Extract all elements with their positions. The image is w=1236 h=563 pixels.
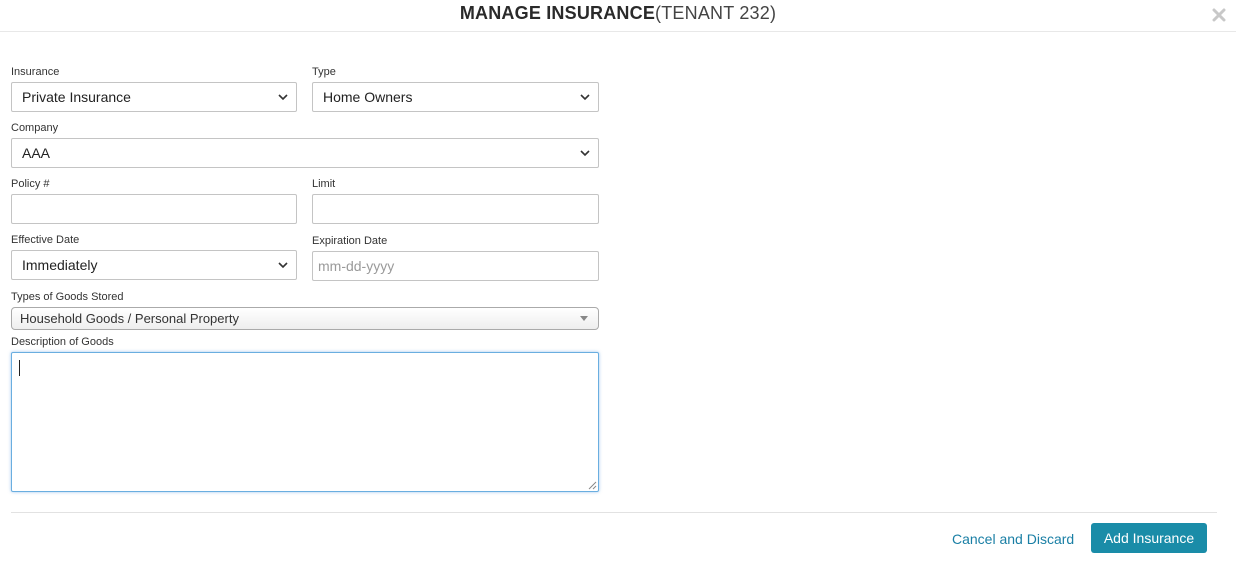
modal-title-main: MANAGE INSURANCE: [459, 3, 656, 23]
type-select-value: Home Owners: [323, 89, 413, 105]
limit-input[interactable]: [312, 194, 599, 224]
insurance-select[interactable]: Private Insurance: [11, 82, 297, 112]
insurance-label: Insurance: [11, 66, 60, 78]
modal-title: MANAGE INSURANCE(TENANT 232): [0, 2, 1236, 24]
limit-label: Limit: [312, 178, 336, 190]
footer-divider: [11, 512, 1217, 513]
chevron-down-icon: [580, 150, 590, 157]
chevron-down-icon: [278, 94, 288, 101]
company-select[interactable]: AAA: [11, 138, 599, 168]
chevron-down-icon: [580, 94, 590, 101]
policy-number-label: Policy #: [11, 178, 50, 190]
modal-title-tenant: (TENANT 232): [655, 3, 777, 23]
goods-types-label: Types of Goods Stored: [11, 291, 124, 303]
dropdown-arrow-icon: [580, 316, 588, 321]
resize-grip-icon[interactable]: [588, 481, 597, 490]
text-cursor: [19, 360, 20, 376]
expiration-date-input[interactable]: mm-dd-yyyy: [312, 251, 599, 281]
type-label: Type: [312, 66, 336, 78]
add-insurance-button[interactable]: Add Insurance: [1091, 523, 1207, 553]
effective-date-select-value: Immediately: [22, 257, 98, 273]
description-textarea[interactable]: [11, 352, 599, 492]
description-label: Description of Goods: [11, 336, 114, 348]
company-label: Company: [11, 122, 59, 134]
expiration-date-label: Expiration Date: [312, 235, 388, 247]
goods-types-select-value: Household Goods / Personal Property: [20, 311, 239, 326]
company-select-value: AAA: [22, 145, 51, 161]
cancel-and-discard-link[interactable]: Cancel and Discard: [952, 530, 1074, 548]
chevron-down-icon: [278, 262, 288, 269]
close-icon[interactable]: [1212, 8, 1226, 22]
modal-header: MANAGE INSURANCE(TENANT 232): [0, 0, 1236, 32]
policy-number-input[interactable]: [11, 194, 297, 224]
effective-date-select[interactable]: Immediately: [11, 250, 297, 280]
goods-types-select[interactable]: Household Goods / Personal Property: [11, 307, 599, 330]
manage-insurance-modal: MANAGE INSURANCE(TENANT 232) Insurance P…: [0, 0, 1236, 563]
type-select[interactable]: Home Owners: [312, 82, 599, 112]
insurance-select-value: Private Insurance: [22, 89, 131, 105]
effective-date-label: Effective Date: [11, 234, 80, 246]
